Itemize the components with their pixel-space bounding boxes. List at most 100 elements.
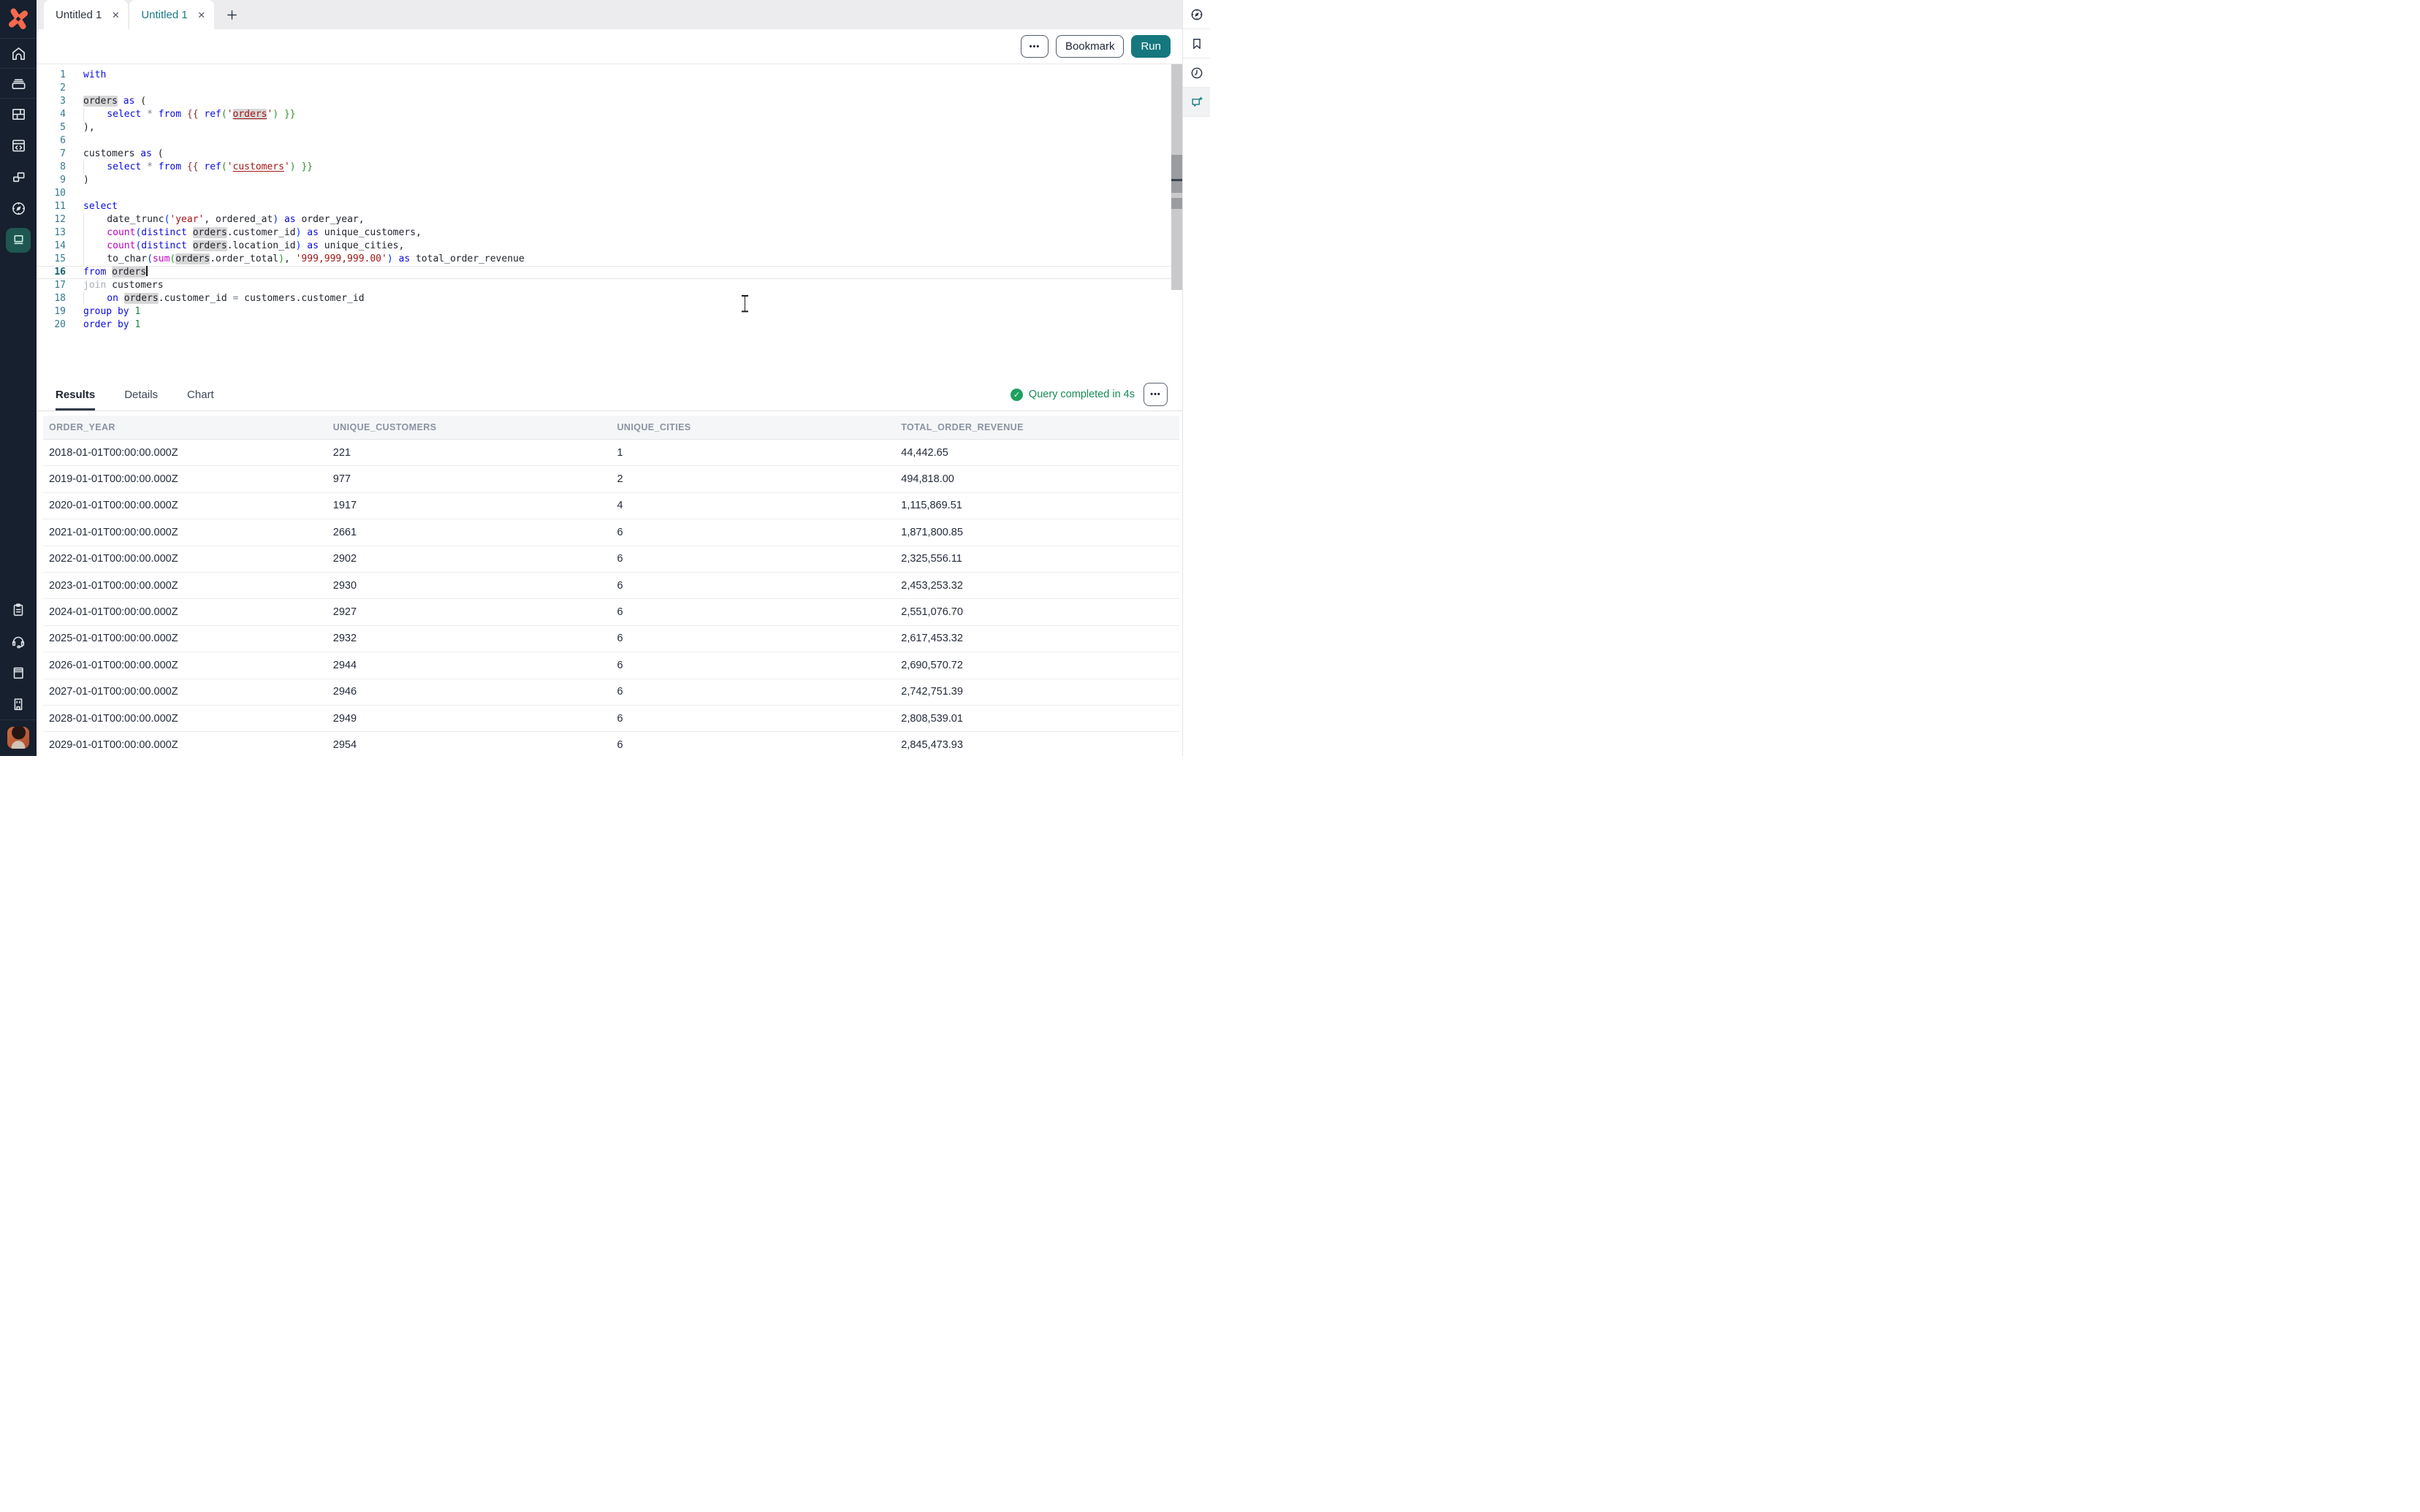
table-cell: 6	[612, 606, 896, 618]
line-number: 16	[37, 266, 66, 279]
code-line[interactable]: 13 count(distinct orders.customer_id) as…	[37, 226, 1182, 240]
run-button[interactable]: Run	[1131, 35, 1171, 58]
sidebar-item-organization[interactable]	[0, 688, 37, 719]
code-line[interactable]: 2	[37, 82, 1182, 95]
rail-item-ai-assistant[interactable]	[1183, 88, 1210, 117]
table-cell: 6	[612, 660, 896, 671]
column-header[interactable]: TOTAL_ORDER_REVENUE	[895, 422, 1179, 432]
code-line[interactable]: 20order by 1	[37, 318, 1182, 332]
column-header[interactable]: UNIQUE_CUSTOMERS	[327, 422, 612, 432]
windows-icon	[10, 169, 27, 186]
sidebar-item-dashboards[interactable]	[0, 99, 37, 130]
line-number: 2	[37, 82, 66, 95]
table-row: 2020-01-01T00:00:00.000Z191741,115,869.5…	[43, 493, 1179, 519]
code-line[interactable]: 12 date_trunc('year', ordered_at) as ord…	[37, 213, 1182, 226]
check-circle-icon: ✓	[1011, 389, 1023, 401]
table-cell: 2028-01-01T00:00:00.000Z	[43, 713, 327, 725]
table-header-row: ORDER_YEARUNIQUE_CUSTOMERSUNIQUE_CITIEST…	[43, 416, 1179, 440]
rail-item-discover[interactable]	[1183, 0, 1210, 29]
sql-editor[interactable]: 1with23orders as (4 select * from {{ ref…	[37, 64, 1182, 378]
code-line[interactable]: 14 count(distinct orders.location_id) as…	[37, 240, 1182, 253]
window-tab[interactable]: Untitled 1×	[129, 0, 213, 29]
plus-icon	[226, 9, 238, 21]
table-cell: 2019-01-01T00:00:00.000Z	[43, 473, 327, 485]
rail-item-history[interactable]	[1183, 58, 1210, 88]
toolbar-more-button[interactable]: •••	[1021, 35, 1049, 58]
compass-icon	[10, 200, 27, 217]
editor-scrollbar-thumb[interactable]	[1171, 155, 1182, 193]
sidebar-item-support[interactable]	[0, 625, 37, 657]
close-tab-icon[interactable]: ×	[198, 9, 205, 21]
sidebar-item-code-editor[interactable]	[0, 130, 37, 161]
code-line[interactable]: 17join customers	[37, 279, 1182, 292]
new-tab-button[interactable]	[226, 9, 238, 21]
home-icon	[10, 45, 27, 62]
results-tab-details[interactable]: Details	[124, 378, 158, 411]
active-item-highlight	[6, 228, 31, 253]
table-body[interactable]: 2018-01-01T00:00:00.000Z221144,442.65201…	[43, 440, 1179, 756]
results-panel: Results Details Chart ✓ Query completed in…	[37, 378, 1182, 756]
table-cell: 6	[612, 553, 896, 565]
column-header[interactable]: UNIQUE_CITIES	[612, 422, 896, 432]
bookmark-button[interactable]: Bookmark	[1056, 35, 1125, 58]
table-row: 2023-01-01T00:00:00.000Z293062,453,253.3…	[43, 573, 1179, 599]
sidebar-item-home[interactable]	[0, 39, 37, 68]
window-tab[interactable]: Untitled 1×	[44, 0, 128, 29]
table-cell: 2949	[327, 713, 612, 725]
line-number: 13	[37, 226, 66, 240]
table-cell: 2,742,751.39	[895, 686, 1179, 698]
table-cell: 6	[612, 713, 896, 725]
compass-icon	[1190, 7, 1204, 22]
line-number: 12	[37, 213, 66, 226]
sidebar-item-archive[interactable]	[0, 69, 37, 98]
table-cell: 2029-01-01T00:00:00.000Z	[43, 739, 327, 751]
results-tab-results[interactable]: Results	[56, 378, 95, 411]
table-cell: 221	[327, 447, 612, 459]
line-number: 10	[37, 187, 66, 200]
table-cell: 1,871,800.85	[895, 527, 1179, 538]
results-tab-chart[interactable]: Chart	[187, 378, 214, 411]
line-number: 15	[37, 253, 66, 266]
code-line[interactable]: 3orders as (	[37, 95, 1182, 108]
code-line[interactable]: 7customers as (	[37, 148, 1182, 161]
sidebar-item-terminal-active[interactable]	[0, 224, 37, 256]
line-number: 17	[37, 279, 66, 292]
editor-scrollbar-thumb2[interactable]	[1171, 198, 1182, 209]
table-cell: 6	[612, 527, 896, 538]
code-line[interactable]: 4 select * from {{ ref('orders') }}	[37, 108, 1182, 121]
code-line[interactable]: 5),	[37, 121, 1182, 134]
table-cell: 494,818.00	[895, 473, 1179, 485]
window-tabs: Untitled 1×Untitled 1×	[44, 0, 216, 29]
table-row: 2028-01-01T00:00:00.000Z294962,808,539.0…	[43, 706, 1179, 732]
table-cell: 1	[612, 447, 896, 459]
results-more-button[interactable]: •••	[1144, 383, 1168, 406]
table-cell: 2,617,453.32	[895, 633, 1179, 644]
table-cell: 6	[612, 633, 896, 644]
code-line[interactable]: 11select	[37, 200, 1182, 213]
column-header[interactable]: ORDER_YEAR	[43, 422, 327, 432]
results-tabs: Results Details Chart	[56, 378, 243, 411]
code-line[interactable]: 18 on orders.customer_id = customers.cus…	[37, 292, 1182, 305]
rail-item-bookmarks[interactable]	[1183, 29, 1210, 58]
code-line[interactable]: 8 select * from {{ ref('customers') }}	[37, 161, 1182, 174]
line-number: 14	[37, 240, 66, 253]
code-line[interactable]: 19group by 1	[37, 305, 1182, 318]
sidebar-item-discover[interactable]	[0, 193, 37, 224]
code-line[interactable]: 1with	[37, 69, 1182, 82]
table-cell: 2902	[327, 553, 612, 565]
code-line[interactable]: 6	[37, 134, 1182, 148]
code-line[interactable]: 16from orders	[37, 266, 1182, 279]
close-tab-icon[interactable]: ×	[112, 9, 119, 21]
left-sidebar	[0, 0, 37, 756]
user-avatar[interactable]	[7, 727, 29, 749]
code-line[interactable]: 9)	[37, 174, 1182, 187]
query-status: ✓ Query completed in 4s	[1011, 389, 1135, 401]
code-line[interactable]: 15 to_char(sum(orders.order_total), '999…	[37, 253, 1182, 266]
table-row: 2024-01-01T00:00:00.000Z292762,551,076.7…	[43, 599, 1179, 625]
code-line[interactable]: 10	[37, 187, 1182, 200]
table-cell: 1917	[327, 500, 612, 511]
sidebar-item-docs[interactable]	[0, 657, 37, 688]
sidebar-item-apps[interactable]	[0, 161, 37, 193]
sidebar-item-clipboard[interactable]	[0, 594, 37, 625]
table-cell: 2025-01-01T00:00:00.000Z	[43, 633, 327, 644]
